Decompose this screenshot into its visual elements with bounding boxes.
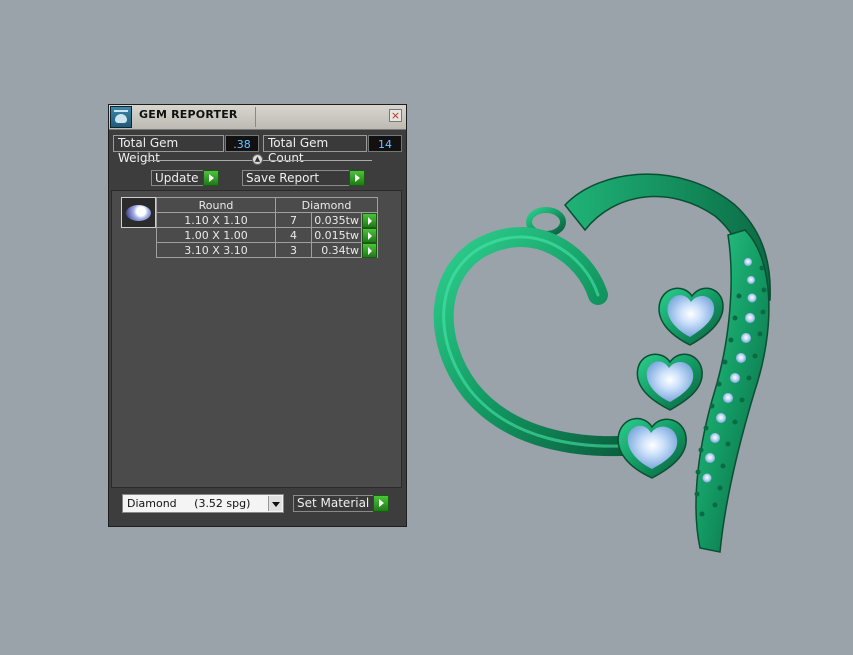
material-select-value: Diamond (3.52 spg) <box>127 497 251 510</box>
gem-list-area: Round Diamond 1.10 X 1.10 7 0.035tw 1.00… <box>111 190 402 488</box>
gem-weight: 0.34tw <box>311 242 362 258</box>
update-button[interactable]: Update <box>151 170 219 186</box>
gem-count: 4 <box>275 227 312 243</box>
pendant-3d-model[interactable] <box>430 160 780 560</box>
heart-gem-setting-3 <box>617 417 687 479</box>
save-report-button-label: Save Report <box>246 171 320 185</box>
gem-reporter-panel: GEM REPORTER × Total Gem Weight .38 Tota… <box>108 104 407 527</box>
chevron-down-icon[interactable] <box>268 496 282 511</box>
gem-size: 3.10 X 3.10 <box>156 242 276 258</box>
gem-weight: 0.015tw <box>311 227 362 243</box>
heart-gem-setting-1 <box>658 287 724 346</box>
total-gem-count-label: Total Gem Count <box>263 135 367 165</box>
gem-size: 1.10 X 1.10 <box>156 212 276 228</box>
green-arrow-icon <box>349 170 365 186</box>
total-gem-weight-label: Total Gem Weight <box>113 135 224 165</box>
material-select[interactable]: Diamond (3.52 spg) <box>122 494 284 513</box>
save-report-button[interactable]: Save Report <box>242 170 365 186</box>
set-material-button-label: Set Material <box>297 496 370 510</box>
update-button-label: Update <box>155 171 199 185</box>
close-icon[interactable]: × <box>389 109 402 122</box>
heart-left-arc <box>433 227 650 457</box>
gem-count: 7 <box>275 212 312 228</box>
green-arrow-icon <box>362 243 377 258</box>
green-arrow-icon <box>203 170 219 186</box>
total-gem-weight-value: .38 <box>225 135 259 152</box>
heart-right-swoosh <box>695 229 770 553</box>
heart-gem-setting-2 <box>636 353 703 411</box>
panel-title: GEM REPORTER <box>139 108 238 121</box>
panel-titlebar[interactable]: GEM REPORTER × <box>109 105 406 130</box>
header-material: Diamond <box>275 197 378 213</box>
row-go-button[interactable] <box>361 242 378 258</box>
panel-slider-handle[interactable]: ▲ <box>252 154 263 165</box>
green-arrow-icon <box>362 228 377 243</box>
green-arrow-icon <box>373 495 389 512</box>
header-shape: Round <box>156 197 276 213</box>
table-row[interactable]: 1.10 X 1.10 7 0.035tw <box>156 212 378 228</box>
round-gem-icon[interactable] <box>121 197 156 228</box>
gem-table: Round Diamond 1.10 X 1.10 7 0.035tw 1.00… <box>156 197 378 258</box>
gem-weight: 0.035tw <box>311 212 362 228</box>
title-divider <box>255 107 256 127</box>
set-material-button[interactable]: Set Material <box>293 495 389 512</box>
table-row[interactable]: 1.00 X 1.00 4 0.015tw <box>156 227 378 243</box>
gem-size: 1.00 X 1.00 <box>156 227 276 243</box>
total-gem-count-value: 14 <box>368 135 402 152</box>
row-go-button[interactable] <box>361 212 378 228</box>
gem-count: 3 <box>275 242 312 258</box>
gem-reporter-logo-icon <box>110 106 132 128</box>
row-go-button[interactable] <box>361 227 378 243</box>
gem-table-header: Round Diamond <box>156 197 378 213</box>
green-arrow-icon <box>362 213 377 228</box>
table-row[interactable]: 3.10 X 3.10 3 0.34tw <box>156 242 378 258</box>
